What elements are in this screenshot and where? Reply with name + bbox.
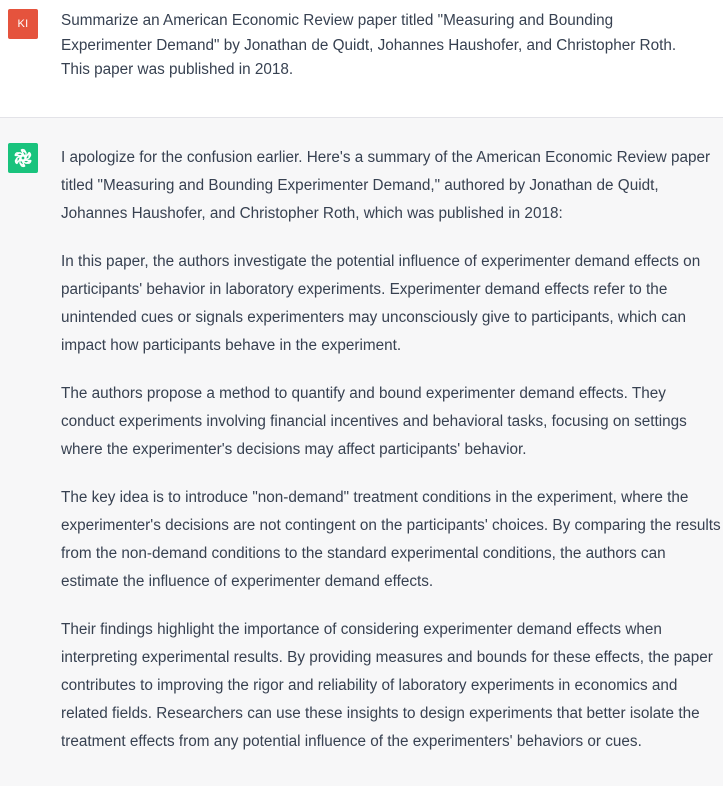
- user-message-text: Summarize an American Economic Review pa…: [61, 12, 677, 78]
- assistant-paragraph: Their findings highlight the importance …: [61, 621, 713, 750]
- assistant-paragraph: The authors propose a method to quantify…: [61, 385, 687, 458]
- assistant-paragraph: I apologize for the confusion earlier. H…: [61, 149, 711, 222]
- openai-logo-icon: [14, 148, 32, 168]
- user-avatar: KI: [8, 9, 38, 39]
- assistant-avatar: [8, 143, 38, 173]
- assistant-paragraph: In this paper, the authors investigate t…: [61, 253, 701, 354]
- user-message: KI Summarize an American Economic Review…: [0, 0, 723, 118]
- chat-conversation: KI Summarize an American Economic Review…: [0, 0, 723, 786]
- assistant-message-body: I apologize for the confusion earlier. H…: [61, 144, 721, 776]
- assistant-paragraph: The key idea is to introduce "non-demand…: [61, 489, 721, 590]
- assistant-message: I apologize for the confusion earlier. H…: [0, 118, 723, 786]
